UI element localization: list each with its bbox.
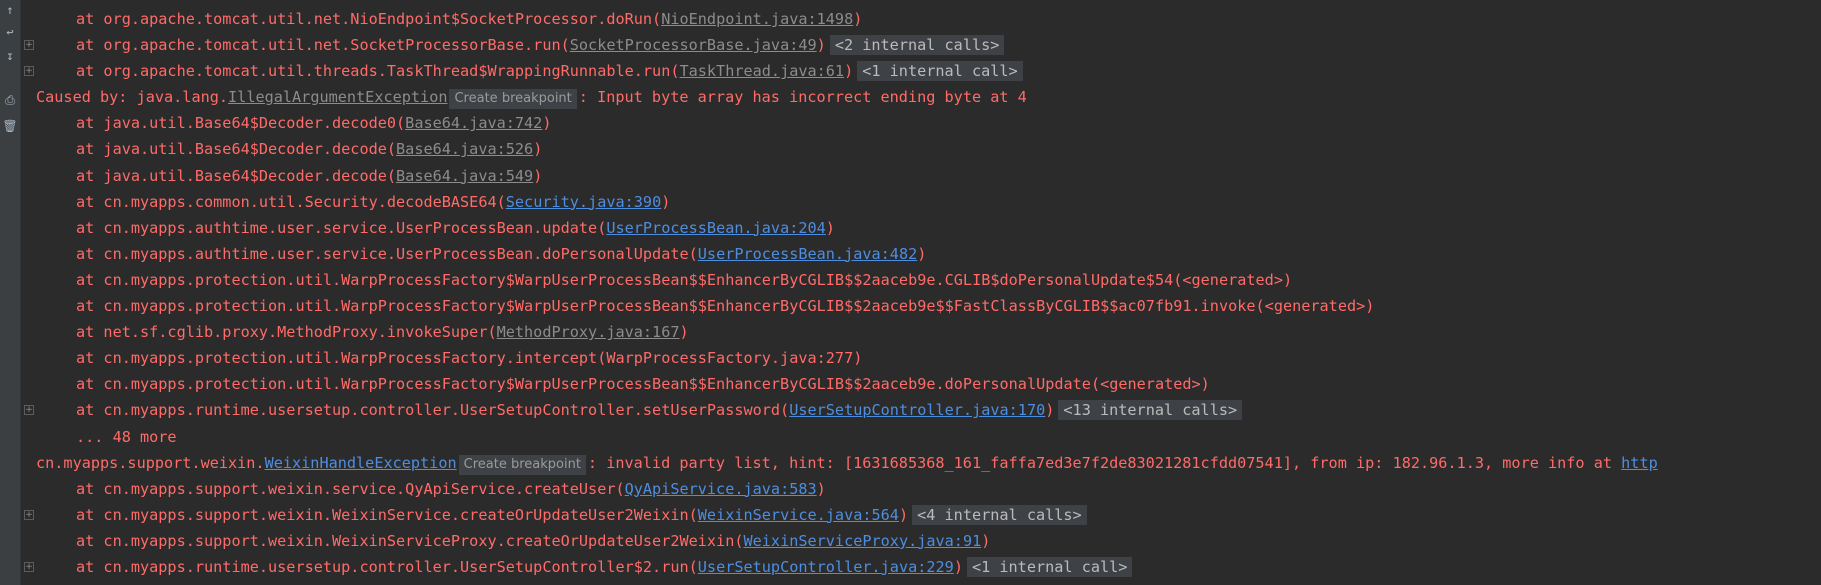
console-toolbar: ↑ ↩ ↧ ⎙ 🗑 <box>0 0 21 585</box>
exception-message: : Input byte array has incorrect ending … <box>578 88 1027 107</box>
frame-close: ) <box>679 323 689 342</box>
up-arrow-icon[interactable]: ↑ <box>2 2 18 18</box>
frame-text: at cn.myapps.runtime.usersetup.controlle… <box>76 401 790 420</box>
frame-text: at cn.myapps.common.util.Security.decode… <box>76 192 506 211</box>
frame-text: at cn.myapps.support.weixin.service.QyAp… <box>76 479 625 498</box>
soft-wrap-icon[interactable]: ↩ <box>2 24 18 40</box>
source-link[interactable]: UserSetupController.java:229 <box>698 558 954 576</box>
stack-frame: at cn.myapps.protection.util.WarpProcess… <box>22 267 1821 293</box>
more-frames-line: ... 48 more <box>22 424 1821 450</box>
frame-close: ) <box>816 36 826 55</box>
frame-close: ) <box>953 557 963 576</box>
expand-icon[interactable]: + <box>24 66 34 77</box>
print-icon[interactable]: ⎙ <box>2 92 18 108</box>
frame-close: ) <box>533 140 543 159</box>
stack-frame: + at org.apache.tomcat.util.threads.TaskT… <box>22 58 1821 84</box>
exception-message: : invalid party list, hint: [1631685368_… <box>587 453 1622 472</box>
source-link[interactable]: Security.java:390 <box>506 193 661 211</box>
frame-text: at cn.myapps.support.weixin.WeixinServic… <box>76 531 744 550</box>
source-link[interactable]: Base64.java:526 <box>396 140 533 158</box>
create-breakpoint-hint[interactable]: Create breakpoint <box>458 454 586 475</box>
expand-icon[interactable]: + <box>24 509 34 520</box>
stack-frame: + at cn.myapps.support.weixin.WeixinServi… <box>22 502 1821 528</box>
source-link[interactable]: Base64.java:742 <box>405 114 542 132</box>
frame-close: ) <box>542 114 552 133</box>
stack-frame: at java.util.Base64$Decoder.decode0(Base… <box>22 110 1821 136</box>
frame-text: at cn.myapps.protection.util.WarpProcess… <box>76 349 863 368</box>
stack-frame: at cn.myapps.protection.util.WarpProcess… <box>22 293 1821 319</box>
exception-link[interactable]: IllegalArgumentException <box>228 88 447 106</box>
stack-frame: at java.util.Base64$Decoder.decode(Base6… <box>22 136 1821 162</box>
exception-prefix: cn.myapps.support.weixin. <box>36 453 265 472</box>
source-link[interactable]: UserSetupController.java:170 <box>789 401 1045 419</box>
stack-frame: at cn.myapps.common.util.Security.decode… <box>22 189 1821 215</box>
stack-frame: at cn.myapps.support.weixin.service.QyAp… <box>22 476 1821 502</box>
frame-close: ) <box>661 192 671 211</box>
frame-text: at cn.myapps.protection.util.WarpProcess… <box>76 375 1210 394</box>
frame-close: ) <box>917 244 927 263</box>
source-link[interactable]: QyApiService.java:583 <box>625 480 817 498</box>
frame-close: ) <box>981 531 991 550</box>
internal-calls-badge[interactable]: <2 internal calls> <box>829 35 1005 56</box>
frame-text: at java.util.Base64$Decoder.decode( <box>76 140 397 159</box>
frame-text: at cn.myapps.authtime.user.service.UserP… <box>76 244 698 263</box>
create-breakpoint-hint[interactable]: Create breakpoint <box>449 89 577 110</box>
frame-text: ... 48 more <box>76 427 177 446</box>
frame-text: at cn.myapps.runtime.usersetup.controlle… <box>76 557 698 576</box>
source-link[interactable]: NioEndpoint.java:1498 <box>661 10 853 28</box>
stack-frame: at org.apache.tomcat.util.net.NioEndpoin… <box>22 6 1821 32</box>
expand-icon[interactable]: + <box>24 40 34 51</box>
expand-icon[interactable]: + <box>24 405 34 416</box>
frame-close: ) <box>1045 401 1055 420</box>
info-url-link[interactable]: http <box>1621 454 1658 472</box>
stack-frame: + at cn.myapps.runtime.usersetup.controll… <box>22 397 1821 423</box>
source-link[interactable]: UserProcessBean.java:204 <box>606 219 825 237</box>
internal-calls-badge[interactable]: <1 internal call> <box>966 556 1133 577</box>
frame-text: at java.util.Base64$Decoder.decode( <box>76 166 397 185</box>
source-link[interactable]: Base64.java:549 <box>396 167 533 185</box>
stack-frame: at cn.myapps.protection.util.WarpProcess… <box>22 371 1821 397</box>
internal-calls-badge[interactable]: <1 internal call> <box>857 61 1023 82</box>
source-link[interactable]: SocketProcessorBase.java:49 <box>570 36 817 54</box>
stack-frame: + at cn.myapps.runtime.usersetup.controll… <box>22 554 1821 580</box>
console-output[interactable]: at org.apache.tomcat.util.net.NioEndpoin… <box>22 6 1821 580</box>
stack-frame: at cn.myapps.authtime.user.service.UserP… <box>22 241 1821 267</box>
frame-close: ) <box>898 505 909 524</box>
frame-close: ) <box>533 166 543 185</box>
source-link[interactable]: WeixinService.java:564 <box>698 506 899 524</box>
gutter-separator <box>20 0 21 585</box>
frame-text: at org.apache.tomcat.util.net.NioEndpoin… <box>76 10 662 28</box>
stack-frame: at cn.myapps.authtime.user.service.UserP… <box>22 215 1821 241</box>
frame-close: ) <box>816 479 826 498</box>
internal-calls-badge[interactable]: <4 internal calls> <box>912 504 1087 525</box>
stack-frame: at cn.myapps.support.weixin.WeixinServic… <box>22 528 1821 554</box>
frame-text: at java.util.Base64$Decoder.decode0( <box>76 114 406 133</box>
frame-close: ) <box>825 218 835 237</box>
source-link[interactable]: MethodProxy.java:167 <box>497 323 680 341</box>
frame-text: at cn.myapps.support.weixin.WeixinServic… <box>76 505 698 524</box>
frame-text: at net.sf.cglib.proxy.MethodProxy.invoke… <box>76 323 497 342</box>
scroll-to-end-icon[interactable]: ↧ <box>2 48 18 64</box>
expand-icon[interactable]: + <box>24 561 34 572</box>
frame-close: ) <box>844 62 854 81</box>
frame-text: at org.apache.tomcat.util.net.SocketProc… <box>76 36 570 55</box>
frame-text: at cn.myapps.authtime.user.service.UserP… <box>76 218 607 237</box>
stack-frame: at java.util.Base64$Decoder.decode(Base6… <box>22 163 1821 189</box>
source-link[interactable]: UserProcessBean.java:482 <box>698 245 917 263</box>
clear-all-icon[interactable]: 🗑 <box>2 118 18 134</box>
frame-text: at org.apache.tomcat.util.threads.TaskTh… <box>76 62 680 81</box>
source-link[interactable]: WeixinServiceProxy.java:91 <box>744 532 982 550</box>
caused-by-line: Caused by: java.lang.IllegalArgumentExce… <box>22 84 1821 110</box>
internal-calls-badge[interactable]: <13 internal calls> <box>1058 400 1243 421</box>
stack-frame: + at org.apache.tomcat.util.net.SocketPro… <box>22 32 1821 58</box>
frame-close: ) <box>853 10 863 28</box>
exception-link[interactable]: WeixinHandleException <box>265 454 457 472</box>
frame-text: at cn.myapps.protection.util.WarpProcess… <box>76 297 1375 316</box>
stack-frame: at cn.myapps.protection.util.WarpProcess… <box>22 345 1821 371</box>
stack-frame: at net.sf.cglib.proxy.MethodProxy.invoke… <box>22 319 1821 345</box>
caused-by-prefix: Caused by: java.lang. <box>36 88 229 107</box>
exception-line: cn.myapps.support.weixin.WeixinHandleExc… <box>22 450 1821 476</box>
source-link[interactable]: TaskThread.java:61 <box>679 62 844 80</box>
frame-text: at cn.myapps.protection.util.WarpProcess… <box>76 270 1293 289</box>
